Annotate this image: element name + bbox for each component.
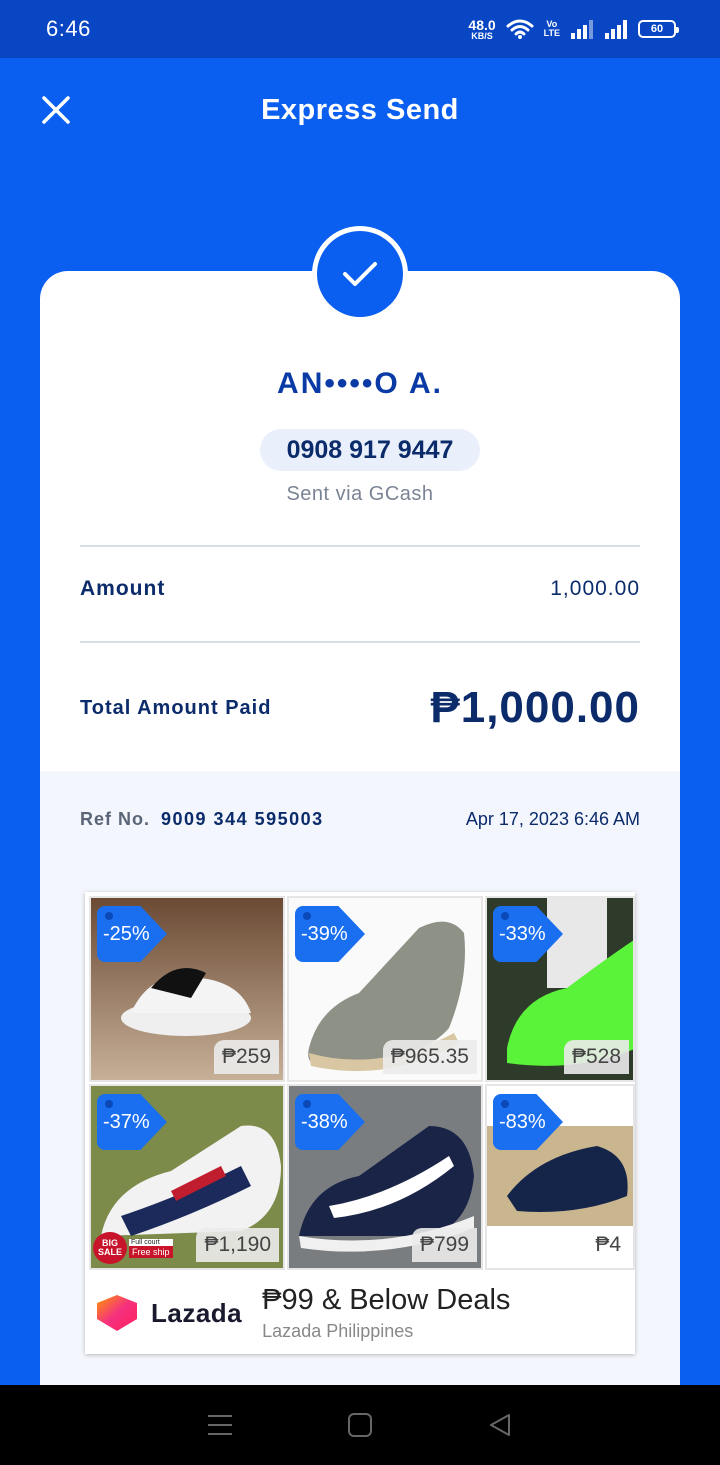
battery-icon: 60 <box>638 20 679 38</box>
ad-footer[interactable]: Lazada ₱99 & Below Deals Lazada Philippi… <box>85 1272 635 1354</box>
price-tag: ₱1,190 <box>196 1228 279 1262</box>
divider <box>80 545 640 547</box>
ref-label: Ref No. <box>80 809 150 829</box>
volte-bottom: LTE <box>543 28 560 38</box>
recipient-name: AN••••O A. <box>277 367 443 400</box>
status-time: 6:46 <box>46 16 91 41</box>
status-bar: 6:46 48.0 KB/S Vo LTE 60 <box>0 0 720 58</box>
price-tag: ₱799 <box>411 1228 477 1262</box>
page-title: Express Send <box>261 93 459 126</box>
price-tag: ₱965.35 <box>382 1040 477 1074</box>
price-tag: ₱4 <box>595 1233 621 1256</box>
system-nav-bar <box>0 1385 720 1465</box>
recipient-phone: 0908 917 9447 <box>260 429 480 471</box>
price-tag: ₱259 <box>213 1040 279 1074</box>
home-button[interactable] <box>340 1405 380 1445</box>
product-tile[interactable]: -38% ₱799 <box>287 1084 483 1270</box>
menu-icon <box>208 1415 232 1435</box>
ad-product-grid: -25% ₱259 -39% ₱965.35 -33% ₱528 -37% BI… <box>85 892 635 1272</box>
divider <box>80 641 640 643</box>
signal-icon-1 <box>571 20 593 39</box>
network-speed: 48.0 KB/S <box>468 18 495 41</box>
full-court-label: Full court <box>129 1238 173 1246</box>
network-speed-value: 48.0 <box>468 16 496 33</box>
lazada-heart-icon <box>97 1295 137 1331</box>
product-tile[interactable]: -83% ₱4 <box>485 1084 635 1270</box>
big-sale-text: Full court Free ship <box>127 1238 173 1258</box>
network-speed-unit: KB/S <box>471 30 493 41</box>
lazada-brand: Lazada <box>151 1297 243 1328</box>
product-tile[interactable]: -39% ₱965.35 <box>287 896 483 1082</box>
ad-headline: ₱99 & Below Deals <box>262 1284 511 1316</box>
app-header: Express Send <box>0 58 720 162</box>
amount-label: Amount <box>80 577 166 600</box>
big-sale-circle: BIG SALE <box>93 1232 127 1264</box>
battery-level: 60 <box>650 23 664 35</box>
ad-advertiser: Lazada Philippines <box>262 1321 414 1341</box>
total-value: ₱1,000.00 <box>430 683 640 732</box>
signal-icon-2 <box>605 20 627 39</box>
close-icon <box>42 96 70 124</box>
big-sale-sale: SALE <box>97 1247 122 1257</box>
total-label: Total Amount Paid <box>80 696 272 719</box>
sent-via-label: Sent via GCash <box>286 483 434 505</box>
amount-value: 1,000.00 <box>550 577 640 600</box>
ref-number: 9009 344 595003 <box>161 809 324 829</box>
amount-row: Amount 1,000.00 <box>80 577 640 601</box>
receipt-footer: Ref No. 9009 344 595003 Apr 17, 2023 6:4… <box>40 771 680 1391</box>
reference: Ref No. 9009 344 595003 <box>80 809 324 830</box>
close-button[interactable] <box>36 90 76 130</box>
recent-apps-button[interactable] <box>200 1405 240 1445</box>
status-icons: 48.0 KB/S Vo LTE 60 <box>468 18 679 41</box>
total-row: Total Amount Paid ₱1,000.00 <box>80 681 640 735</box>
back-button[interactable] <box>480 1405 520 1445</box>
advertisement[interactable]: -25% ₱259 -39% ₱965.35 -33% ₱528 -37% BI… <box>85 892 635 1354</box>
free-ship-label: Free ship <box>129 1245 173 1258</box>
success-badge <box>312 226 408 322</box>
receipt-card: AN••••O A. 0908 917 9447 Sent via GCash … <box>40 271 680 1391</box>
home-icon <box>348 1413 372 1437</box>
big-sale-badge: BIG SALE Full court Free ship <box>93 1232 189 1264</box>
back-icon <box>490 1414 510 1436</box>
price-tag: ₱528 <box>563 1040 629 1074</box>
reference-row: Ref No. 9009 344 595003 Apr 17, 2023 6:4… <box>80 809 640 830</box>
transaction-date: Apr 17, 2023 6:46 AM <box>465 809 640 829</box>
ad-text: ₱99 & Below Deals Lazada Philippines <box>262 1284 510 1342</box>
lazada-logo: Lazada <box>93 1293 242 1333</box>
volte-icon: Vo LTE <box>544 20 560 38</box>
product-tile[interactable]: -25% ₱259 <box>89 896 285 1082</box>
product-tile[interactable]: -37% BIG SALE Full court Free ship ₱1,190 <box>89 1084 285 1270</box>
check-icon <box>343 262 377 286</box>
wifi-icon <box>506 19 534 39</box>
product-tile[interactable]: -33% ₱528 <box>485 896 635 1082</box>
